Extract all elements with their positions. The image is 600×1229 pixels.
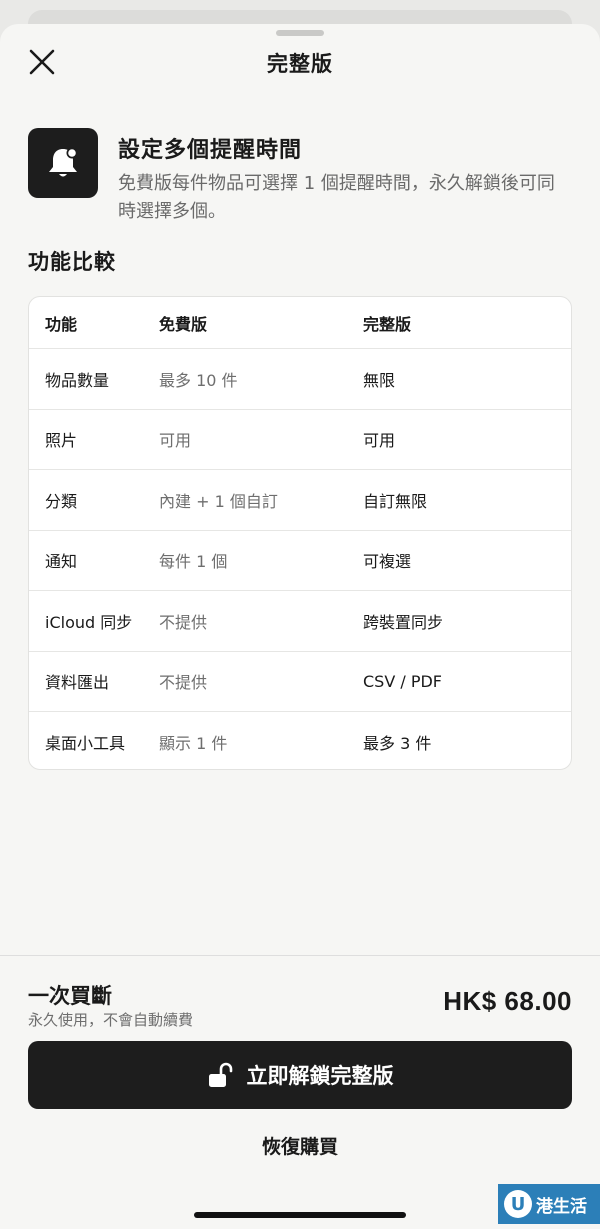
purchase-title: 一次買斷	[28, 984, 112, 1008]
full-cell: CSV / PDF	[363, 671, 443, 691]
unlock-button[interactable]: 立即解鎖完整版	[28, 1041, 572, 1109]
unlock-button-label: 立即解鎖完整版	[246, 1064, 394, 1088]
feature-icon-tile	[28, 128, 98, 198]
restore-purchase-button[interactable]: 恢復購買	[0, 1132, 600, 1159]
table-row: 通知 每件 1 個 可複選	[29, 531, 571, 591]
header-feature: 功能	[45, 314, 78, 334]
paywall-sheet: 完整版 設定多個提醒時間 免費版每件物品可選擇 1 個提醒時間，永久解鎖後可同時…	[0, 24, 600, 1229]
free-cell: 可用	[159, 431, 192, 451]
table-row: 桌面小工具 顯示 1 件 最多 3 件	[29, 712, 571, 769]
comparison-table: 功能 免費版 完整版 物品數量 最多 10 件 無限 照片 可用 可用 分類 內…	[28, 296, 572, 770]
feature-cell: 物品數量	[45, 370, 110, 390]
price-label: HK$ 68.00	[443, 986, 572, 1016]
full-cell: 最多 3 件	[363, 734, 432, 754]
header-full: 完整版	[363, 314, 412, 334]
feature-cell: 照片	[45, 431, 78, 451]
home-indicator	[194, 1212, 406, 1218]
full-cell: 跨裝置同步	[363, 612, 444, 632]
feature-description: 免費版每件物品可選擇 1 個提醒時間，永久解鎖後可同時選擇多個。	[118, 173, 555, 222]
free-cell: 內建 + 1 個自訂	[159, 491, 278, 511]
comparison-title: 功能比較	[28, 250, 116, 274]
free-cell: 不提供	[159, 612, 208, 632]
free-cell: 每件 1 個	[159, 552, 228, 572]
table-header-row: 功能 免費版 完整版	[29, 297, 571, 349]
purchase-subtitle: 永久使用，不會自動續費	[28, 1011, 194, 1029]
bell-icon	[49, 147, 78, 177]
free-cell: 顯示 1 件	[159, 734, 228, 754]
full-cell: 無限	[363, 370, 396, 390]
full-cell: 可用	[363, 431, 396, 451]
table-row: 物品數量 最多 10 件 無限	[29, 349, 571, 410]
table-row: 照片 可用 可用	[29, 410, 571, 470]
free-cell: 不提供	[159, 673, 208, 693]
feature-cell: 資料匯出	[45, 673, 110, 693]
table-row: iCloud 同步 不提供 跨裝置同步	[29, 591, 571, 652]
feature-cell: iCloud 同步	[45, 612, 133, 632]
table-row: 分類 內建 + 1 個自訂 自訂無限	[29, 470, 571, 531]
header-free: 免費版	[159, 314, 208, 334]
feature-title: 設定多個提醒時間	[118, 138, 303, 163]
watermark-text: 港生活	[536, 1196, 587, 1217]
watermark-u-icon: U	[504, 1190, 532, 1218]
watermark-logo: U 港生活	[498, 1184, 600, 1224]
free-cell: 最多 10 件	[159, 370, 238, 390]
full-cell: 自訂無限	[363, 491, 428, 511]
feature-highlight: 設定多個提醒時間 免費版每件物品可選擇 1 個提醒時間，永久解鎖後可同時選擇多個…	[28, 128, 572, 228]
full-cell: 可複選	[363, 552, 412, 572]
table-row: 資料匯出 不提供 CSV / PDF	[29, 652, 571, 712]
feature-cell: 桌面小工具	[45, 734, 126, 754]
feature-cell: 分類	[45, 491, 78, 511]
feature-cell: 通知	[45, 552, 78, 572]
sheet-grabber[interactable]	[276, 30, 324, 36]
sheet-title: 完整版	[267, 52, 333, 76]
unlock-icon	[208, 1062, 232, 1087]
